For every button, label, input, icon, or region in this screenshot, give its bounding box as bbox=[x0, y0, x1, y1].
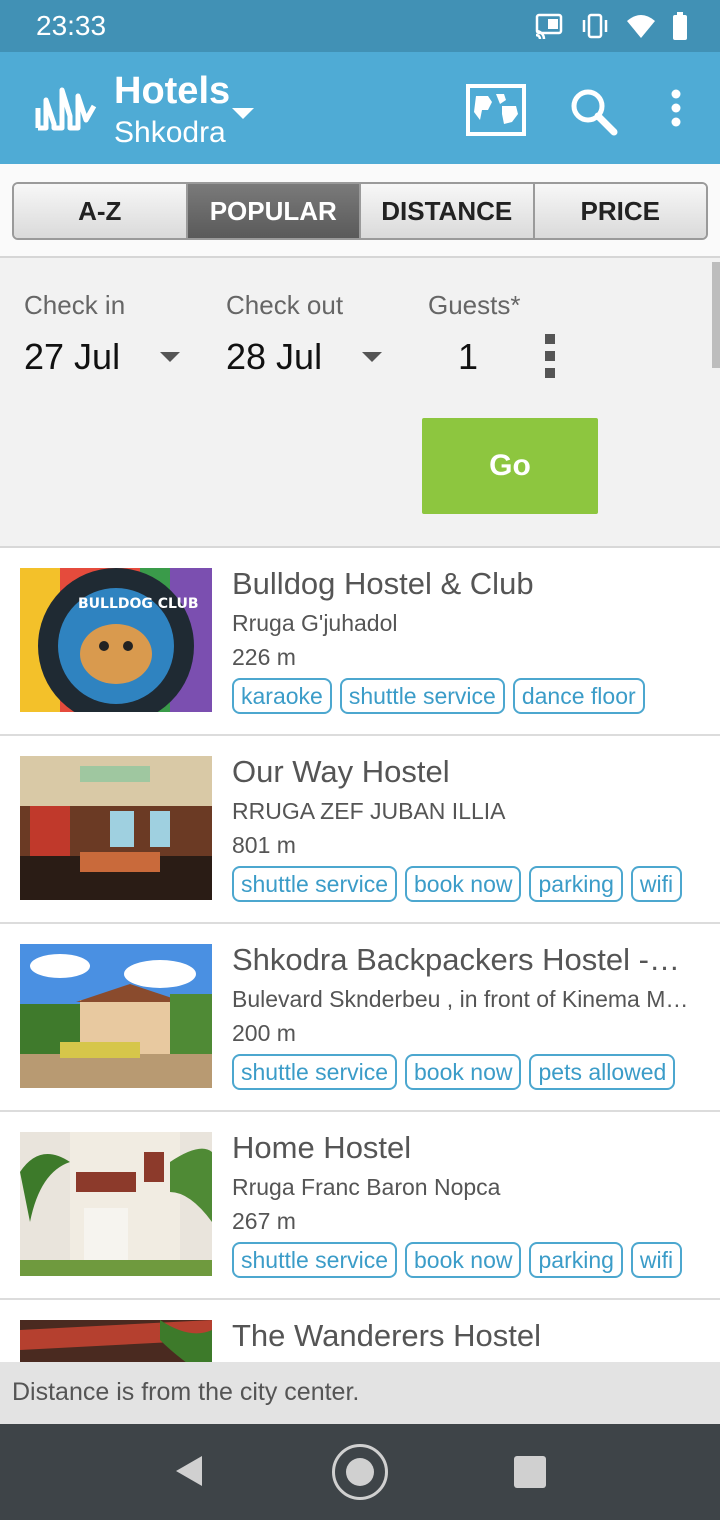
tag-badge: parking bbox=[529, 1242, 623, 1278]
hotel-thumbnail bbox=[20, 944, 212, 1088]
map-icon[interactable] bbox=[466, 84, 526, 136]
hotel-address: Rruga Franc Baron Nopca bbox=[232, 1174, 501, 1200]
tab-popular[interactable]: POPULAR bbox=[187, 184, 361, 238]
tag-badge: shuttle service bbox=[339, 678, 505, 714]
check-out-label: Check out bbox=[226, 290, 344, 320]
guests-value[interactable]: 1 bbox=[458, 336, 478, 378]
vibrate-icon bbox=[580, 13, 610, 44]
tag-badge: book now bbox=[405, 1054, 522, 1090]
list-item[interactable]: BULLDOG CLUB Bulldog Hostel & Club Rruga… bbox=[0, 548, 720, 736]
tab-distance[interactable]: DISTANCE bbox=[361, 184, 535, 238]
hotel-thumbnail: BULLDOG CLUB bbox=[20, 568, 212, 712]
hotel-list: BULLDOG CLUB Bulldog Hostel & Club Rruga… bbox=[0, 548, 720, 1488]
go-button[interactable]: Go bbox=[422, 418, 598, 514]
check-out-value[interactable]: 28 Jul bbox=[226, 336, 322, 378]
hotel-tags: shuttle service book now parking wifi bbox=[232, 866, 683, 902]
hotel-distance: 801 m bbox=[232, 832, 296, 858]
check-out-dropdown-icon[interactable] bbox=[362, 352, 382, 362]
hotel-name: The Wanderers Hostel bbox=[232, 1318, 541, 1353]
app-logo-icon bbox=[35, 87, 97, 131]
tag-badge: wifi bbox=[630, 866, 683, 902]
home-icon[interactable] bbox=[332, 1444, 388, 1500]
svg-text:BULLDOG CLUB: BULLDOG CLUB bbox=[78, 596, 199, 612]
hotel-tags: shuttle service book now parking wifi bbox=[232, 1242, 683, 1278]
hotel-name: Bulldog Hostel & Club bbox=[232, 566, 534, 601]
tab-price[interactable]: PRICE bbox=[534, 184, 706, 238]
hotel-address: Bulevard Sknderbeu , in front of Kinema … bbox=[232, 986, 689, 1012]
cast-icon bbox=[534, 13, 564, 44]
city-dropdown-icon[interactable] bbox=[232, 108, 254, 119]
sort-tabs: A-Z POPULAR DISTANCE PRICE bbox=[12, 182, 708, 240]
city-subtitle[interactable]: Shkodra bbox=[114, 116, 226, 150]
status-icons bbox=[534, 12, 688, 45]
tag-badge: dance floor bbox=[512, 678, 645, 714]
check-in-value[interactable]: 27 Jul bbox=[24, 336, 120, 378]
hotel-distance: 200 m bbox=[232, 1020, 296, 1046]
tag-badge: pets allowed bbox=[529, 1054, 676, 1090]
sort-tabs-bar: A-Z POPULAR DISTANCE PRICE bbox=[0, 164, 720, 258]
tag-badge: shuttle service bbox=[232, 1242, 398, 1278]
hotel-tags: karaoke shuttle service dance floor bbox=[232, 678, 645, 714]
hotel-thumbnail bbox=[20, 756, 212, 900]
tag-badge: wifi bbox=[630, 1242, 683, 1278]
tag-badge: parking bbox=[529, 866, 623, 902]
booking-panel: Check in 27 Jul Check out 28 Jul Guests*… bbox=[0, 258, 720, 548]
list-item[interactable]: Home Hostel Rruga Franc Baron Nopca 267 … bbox=[0, 1112, 720, 1300]
overflow-menu-icon[interactable] bbox=[662, 88, 690, 128]
wifi-icon bbox=[626, 13, 656, 44]
list-item[interactable]: Shkodra Backpackers Hostel -… Bulevard S… bbox=[0, 924, 720, 1112]
check-in-dropdown-icon[interactable] bbox=[160, 352, 180, 362]
list-item[interactable]: Our Way Hostel RRUGA ZEF JUBAN ILLIA 801… bbox=[0, 736, 720, 924]
guests-label: Guests* bbox=[428, 290, 521, 320]
app-bar: Hotels Shkodra bbox=[0, 52, 720, 164]
scrollbar[interactable] bbox=[712, 262, 720, 368]
hotel-name: Our Way Hostel bbox=[232, 754, 450, 789]
tag-badge: shuttle service bbox=[232, 1054, 398, 1090]
system-nav-bar bbox=[0, 1424, 720, 1520]
recents-icon[interactable] bbox=[514, 1456, 546, 1488]
tag-badge: shuttle service bbox=[232, 866, 398, 902]
tag-badge: book now bbox=[405, 866, 522, 902]
hotel-distance: 267 m bbox=[232, 1208, 296, 1234]
hotel-name: Shkodra Backpackers Hostel -… bbox=[232, 942, 680, 977]
battery-icon bbox=[672, 12, 688, 45]
hotel-tags: shuttle service book now pets allowed bbox=[232, 1054, 676, 1090]
hotel-distance: 226 m bbox=[232, 644, 296, 670]
status-bar: 23:33 bbox=[0, 0, 720, 52]
back-icon[interactable] bbox=[174, 1454, 204, 1488]
tag-badge: book now bbox=[405, 1242, 522, 1278]
check-in-label: Check in bbox=[24, 290, 126, 320]
status-time: 23:33 bbox=[36, 10, 107, 41]
hotel-address: Rruga G'juhadol bbox=[232, 610, 398, 636]
hotel-thumbnail bbox=[20, 1132, 212, 1276]
page-title[interactable]: Hotels bbox=[114, 70, 230, 113]
tab-a-z[interactable]: A-Z bbox=[14, 184, 188, 238]
tag-badge: karaoke bbox=[232, 678, 332, 714]
distance-note: Distance is from the city center. bbox=[0, 1362, 720, 1424]
hotel-address: RRUGA ZEF JUBAN ILLIA bbox=[232, 798, 506, 824]
guests-menu-icon[interactable] bbox=[544, 334, 556, 378]
search-icon[interactable] bbox=[568, 86, 618, 136]
hotel-name: Home Hostel bbox=[232, 1130, 412, 1165]
